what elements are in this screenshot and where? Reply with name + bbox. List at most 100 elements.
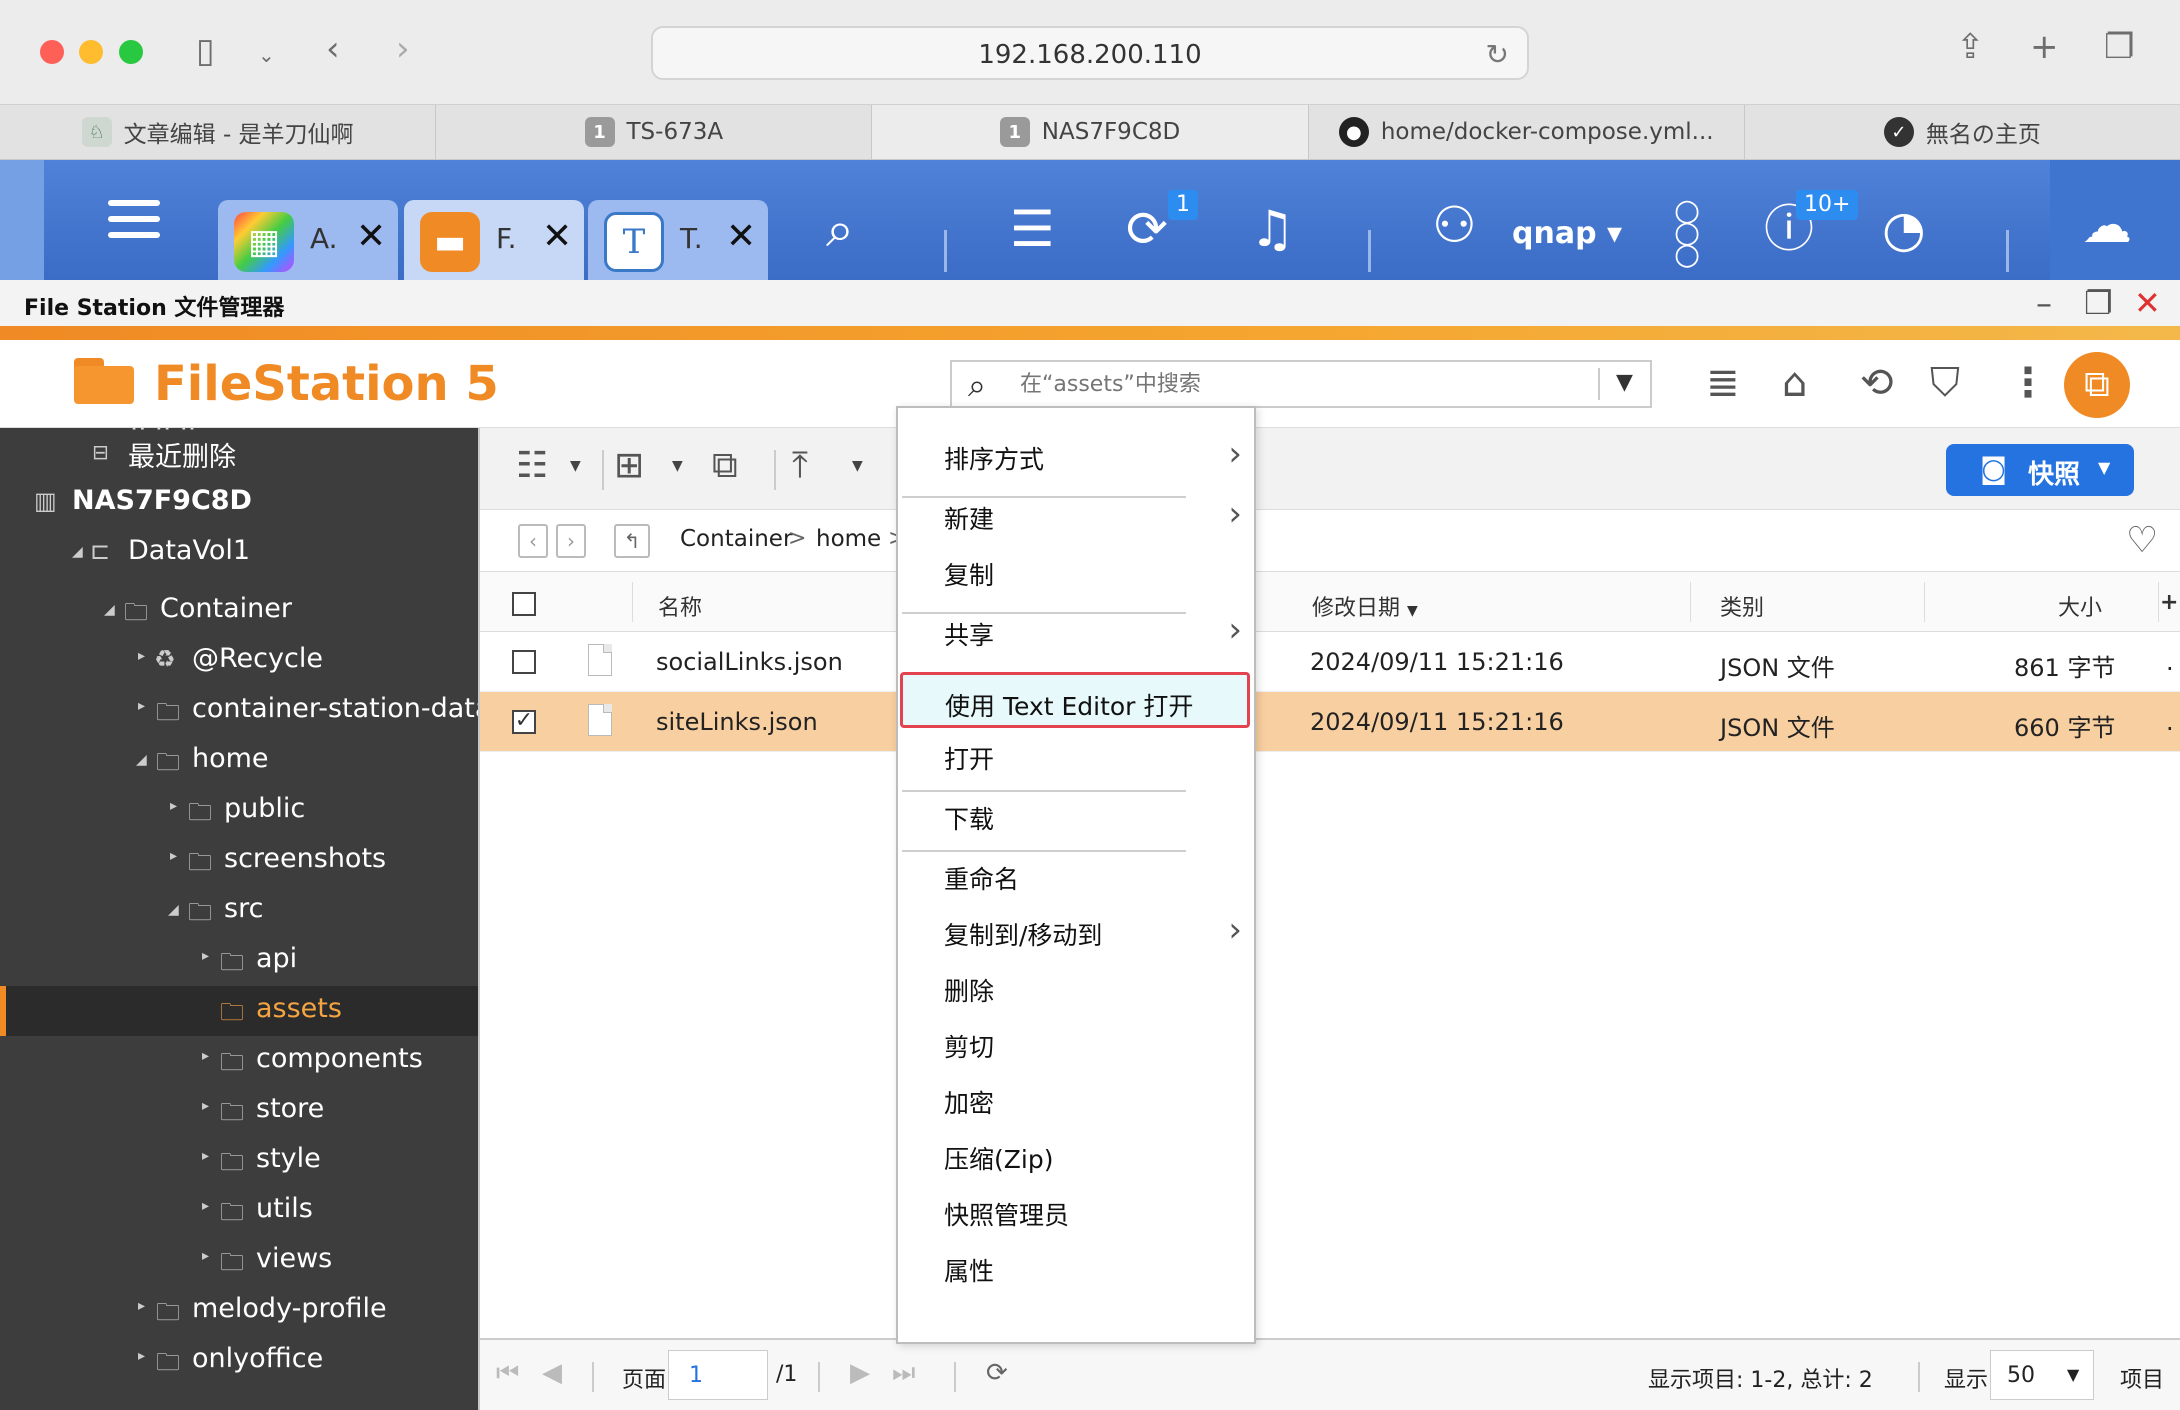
tree-item-melody-profile[interactable]: ▸ 🗀 melody-profile (0, 1286, 478, 1336)
snapshot-shortcut-icon[interactable]: ⧉ (2064, 352, 2130, 418)
tree-item-utils[interactable]: ▸ 🗀 utils (0, 1186, 478, 1236)
tree-item-api[interactable]: ▸ 🗀 api (0, 936, 478, 986)
share-icon[interactable]: ⇪ (1956, 30, 1985, 64)
copy-to-icon[interactable]: ⧉ (712, 446, 738, 486)
external-device-icon[interactable]: ⟳ (1126, 204, 1168, 254)
expanded-arrow-icon[interactable]: ◢ (72, 544, 83, 560)
menu-item-delete[interactable]: 删除 (898, 962, 1254, 1012)
chevron-down-icon[interactable]: ▼ (852, 458, 863, 474)
minimize-icon[interactable]: – (2036, 284, 2052, 322)
tree-item-onlyoffice[interactable]: ▸ 🗀 onlyoffice (0, 1336, 478, 1386)
new-tab-icon[interactable]: + (2030, 30, 2059, 64)
menu-item-snapshot-manager[interactable]: 快照管理员 (898, 1186, 1254, 1236)
menu-item-open-with-text-editor[interactable]: 使用 Text Editor 打开 (900, 672, 1250, 728)
snapshot-button[interactable]: ◙ 快照 ▼ (1946, 444, 2134, 496)
collapsed-arrow-icon[interactable]: ▸ (138, 1348, 145, 1364)
browser-tab-2[interactable]: 1 TS-673A (436, 105, 873, 159)
reload-icon[interactable]: ↻ (1486, 38, 1509, 71)
address-bar[interactable]: 192.168.200.110 ↻ (651, 26, 1529, 80)
menu-item-encrypt[interactable]: 加密 (898, 1074, 1254, 1124)
close-icon[interactable]: ✕ (542, 216, 572, 257)
collapsed-arrow-icon[interactable]: ▸ (170, 848, 177, 864)
tree-item-container[interactable]: ◢ 🗀 Container (0, 586, 478, 636)
previous-page-icon[interactable]: ◀ (542, 1358, 562, 1388)
notification-icon[interactable]: ♫ (1250, 204, 1295, 254)
table-row[interactable]: socialLinks.json 2024/09/11 15:21:16 JSO… (480, 632, 2180, 692)
column-name[interactable]: 名称 (658, 590, 702, 622)
tree-item-nas[interactable]: ▥ NAS7F9C8D (0, 478, 478, 528)
collapsed-arrow-icon[interactable]: ▸ (202, 1098, 209, 1114)
media-streaming-icon[interactable]: ⌂ (1782, 360, 1807, 406)
tree-item-views[interactable]: ▸ 🗀 views (0, 1236, 478, 1286)
menu-item-copy[interactable]: 复制 (898, 546, 1254, 596)
add-column-icon[interactable]: + (2160, 590, 2178, 615)
chevron-down-icon[interactable]: ▼ (672, 458, 683, 474)
breadcrumb-home[interactable]: home (816, 526, 881, 552)
background-tasks-icon[interactable]: ☰ (1010, 204, 1055, 254)
app-tab-file-station[interactable]: ▬ F. ✕ (404, 200, 584, 280)
more-options-icon[interactable]: ○ ○ ○ (1674, 196, 1700, 270)
browser-tab-5[interactable]: ✓ 無名の主页 (1745, 105, 2180, 159)
sidebar-toggle-icon[interactable]: ▯ (196, 34, 215, 68)
collapsed-arrow-icon[interactable]: ▸ (202, 1198, 209, 1214)
upload-tasks-icon[interactable]: ≣ (1706, 360, 1740, 406)
table-row[interactable]: ✓ siteLinks.json 2024/09/11 15:21:16 JSO… (480, 692, 2180, 752)
menu-item-cut[interactable]: 剪切 (898, 1018, 1254, 1068)
tree-item-assets[interactable]: 🗀 assets (0, 986, 478, 1036)
chevron-down-icon[interactable]: ⌄ (258, 38, 275, 72)
first-page-icon[interactable]: ⏮ (496, 1358, 519, 1389)
tree-item-home[interactable]: ◢ 🗀 home (0, 736, 478, 786)
per-page-select[interactable]: 50 ▼ (1990, 1350, 2094, 1400)
expanded-arrow-icon[interactable]: ◢ (136, 752, 147, 768)
browser-tab-3[interactable]: 1 NAS7F9C8D (872, 105, 1309, 159)
close-icon[interactable]: ✕ (726, 216, 756, 257)
tree-item-container-station-data[interactable]: ▸ 🗀 container-station-data (0, 686, 478, 736)
filter-icon[interactable]: ⛉ (1930, 360, 1960, 406)
close-window-button[interactable] (40, 40, 64, 64)
main-menu-icon[interactable] (108, 200, 160, 248)
menu-item-download[interactable]: 下载 (898, 790, 1254, 840)
select-all-checkbox[interactable] (512, 592, 536, 616)
app-tab-app-center[interactable]: ▦ A. ✕ (218, 200, 398, 280)
page-number-input[interactable]: 1 (668, 1350, 768, 1400)
user-menu[interactable]: qnap ▾ (1512, 216, 1622, 251)
tree-item-store[interactable]: ▸ 🗀 store (0, 1086, 478, 1136)
collapsed-arrow-icon[interactable]: ▸ (138, 648, 145, 664)
chevron-down-icon[interactable]: ▼ (570, 458, 581, 474)
favorite-heart-icon[interactable]: ♡ (2126, 520, 2158, 561)
cloud-icon[interactable]: ☁ (2082, 200, 2132, 250)
close-icon[interactable]: ✕ (2134, 284, 2161, 322)
restore-icon[interactable]: ❐ (2084, 284, 2113, 322)
forward-icon[interactable]: › (396, 32, 410, 66)
tree-item-src[interactable]: ◢ 🗀 src (0, 886, 478, 936)
tab-overview-icon[interactable]: ❐ (2104, 30, 2134, 64)
user-avatar-icon[interactable]: ⚇ (1432, 200, 1477, 250)
app-tab-text-editor[interactable]: T T. ✕ (588, 200, 768, 280)
menu-item-rename[interactable]: 重命名 (898, 850, 1254, 900)
parent-folder-icon[interactable]: ↰ (614, 524, 650, 558)
browser-tab-4[interactable]: ● home/docker-compose.yml... (1309, 105, 1745, 159)
search-options-caret-icon[interactable]: ▼ (1616, 370, 1633, 395)
tree-item-datavol1[interactable]: ◢ ⊏ DataVol1 (0, 528, 478, 578)
search-icon[interactable]: ⌕ (826, 204, 854, 254)
menu-item-properties[interactable]: 属性 (898, 1242, 1254, 1292)
menu-item-open[interactable]: 打开 (898, 730, 1254, 780)
next-page-icon[interactable]: ▶ (850, 1358, 870, 1388)
tree-item-components[interactable]: ▸ 🗀 components (0, 1036, 478, 1086)
collapsed-arrow-icon[interactable]: ▸ (202, 1248, 209, 1264)
collapsed-arrow-icon[interactable]: ▸ (202, 1148, 209, 1164)
search-box[interactable]: ⌕ ▼ (950, 360, 1652, 408)
last-page-icon[interactable]: ⏭ (892, 1358, 915, 1389)
forward-icon[interactable]: › (556, 524, 586, 558)
expanded-arrow-icon[interactable]: ◢ (104, 602, 115, 618)
breadcrumb-container[interactable]: Container (680, 526, 792, 552)
column-modified[interactable]: 修改日期 ▼ (1312, 590, 1418, 622)
collapsed-arrow-icon[interactable]: ▸ (202, 1048, 209, 1064)
tree-item-style[interactable]: ▸ 🗀 style (0, 1136, 478, 1186)
column-type[interactable]: 类别 (1720, 590, 1764, 622)
tree-item-public[interactable]: ▸ 🗀 public (0, 786, 478, 836)
row-checkbox[interactable]: ✓ (512, 710, 536, 734)
tree-item-recycle[interactable]: ▸ ♻ @Recycle (0, 636, 478, 686)
tree-item-recently-deleted[interactable]: ⊟ 最近删除 (0, 428, 478, 478)
column-size[interactable]: 大小 (2058, 590, 2102, 622)
